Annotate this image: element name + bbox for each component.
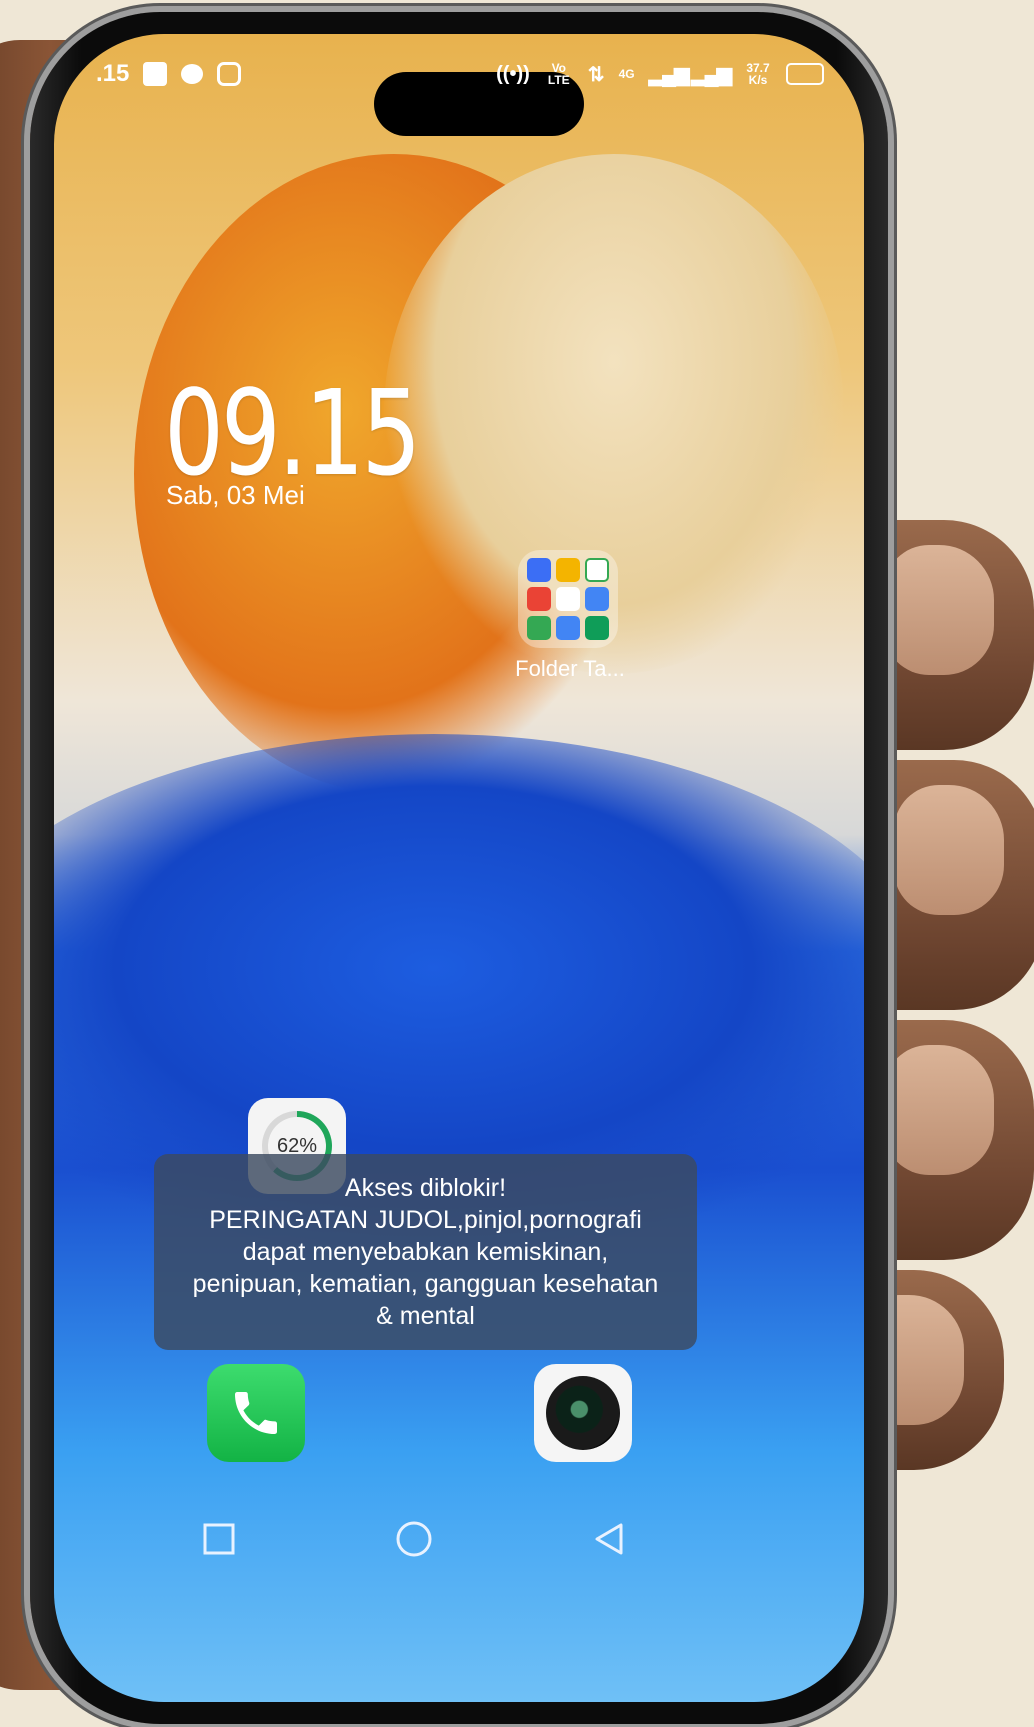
recents-square-icon [203,1523,235,1555]
home-screen: .15 ((•)) Vo LTE ⇅ 4G ▂▄▆ ▂▄▆ 37.7 K/s 0… [54,34,864,1702]
photos-app-icon [556,616,580,640]
app-folder[interactable] [518,550,618,648]
toast-line-2: dapat menyebabkan kemiskinan, [242,1238,609,1266]
google-app-icon [585,558,609,582]
data-speed-label: 37.7 K/s [746,61,770,87]
toast-line-4: & mental [376,1302,475,1330]
blocked-access-toast: Akses diblokir! PERINGATAN JUDOL,pinjol,… [154,1154,697,1350]
assistant-app-icon [585,587,609,611]
instagram-icon [217,62,242,86]
toast-line-3: penipuan, kematian, gangguan kesehatan [192,1270,659,1298]
maps-app-icon [527,616,551,640]
data-transfer-icon: ⇅ [587,63,605,86]
phone-app-button[interactable] [207,1364,305,1462]
phone-icon [235,1392,277,1434]
camera-app-button[interactable] [534,1364,632,1462]
network-type-label: 4G [618,67,635,81]
back-button[interactable] [584,1514,634,1564]
recents-button[interactable] [194,1514,244,1564]
back-triangle-icon [595,1523,623,1555]
security-app-icon [527,558,551,582]
toast-line-1: PERINGATAN JUDOL,pinjol,pornografi [209,1206,642,1234]
status-time: .15 [96,60,130,87]
drive-app-icon [556,558,580,582]
notification-icon [143,62,168,86]
gmail-app-icon [556,587,580,611]
youtube-app-icon [527,587,551,611]
home-circle-icon [396,1521,432,1557]
toast-title: Akses diblokir! [344,1174,507,1202]
meet-app-icon [585,616,609,640]
status-bar: .15 ((•)) Vo LTE ⇅ 4G ▂▄▆ ▂▄▆ 37.7 K/s [96,54,824,94]
chat-bubble-icon [181,64,204,84]
navigation-bar [194,1514,634,1564]
smartphone: .15 ((•)) Vo LTE ⇅ 4G ▂▄▆ ▂▄▆ 37.7 K/s 0… [30,12,888,1724]
volte-label: Vo LTE [547,61,570,87]
hotspot-icon: ((•)) [496,62,530,85]
camera-icon [546,1376,620,1450]
signal-icon: ▂▄▆ ▂▄▆ [648,63,732,86]
folder-label: Folder Ta... [515,656,625,681]
home-button[interactable] [389,1514,439,1564]
clock-widget-date: Sab, 03 Mei [166,480,305,510]
battery-icon [786,63,824,85]
